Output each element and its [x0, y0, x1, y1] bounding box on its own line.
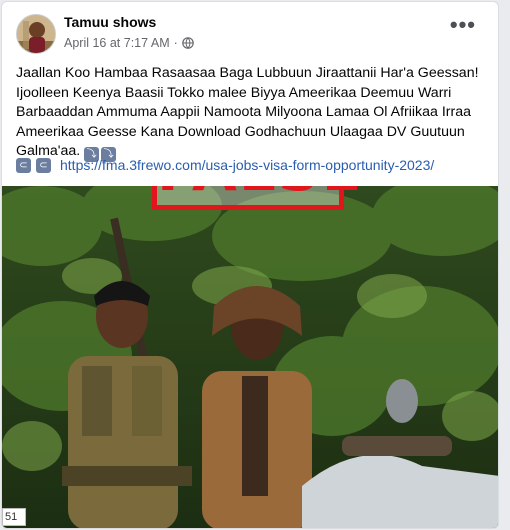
- meta-separator: ·: [173, 36, 178, 50]
- arrow-left-emoji-icon: ⊂: [16, 157, 31, 173]
- post-card: Tamuu shows April 16 at 7:17 AM · ••• Ja…: [1, 1, 499, 529]
- false-stamp: FALSE: [152, 186, 361, 210]
- post-text: Jaallan Koo Hambaa Rasaasaa Baga Lubbuun…: [16, 64, 486, 162]
- link-row: ⊂ ⊂ https://fma.3frewo.com/usa-jobs-visa-…: [16, 157, 496, 173]
- post-text-line: Jaallan Koo Hambaa Rasaasaa Baga Lubbuun…: [16, 65, 479, 81]
- corner-badge: 51: [2, 508, 26, 526]
- post-link[interactable]: https://fma.3frewo.com/usa-jobs-visa-for…: [60, 157, 434, 173]
- author-avatar[interactable]: [16, 14, 56, 54]
- more-options-icon[interactable]: •••: [450, 14, 476, 36]
- post-header: Tamuu shows April 16 at 7:17 AM · •••: [2, 2, 498, 58]
- globe-icon[interactable]: [181, 37, 194, 49]
- arrow-left-emoji-icon: ⊂: [36, 157, 51, 173]
- soldiers-photo: [2, 186, 498, 528]
- post-date[interactable]: April 16 at 7:17 AM: [64, 36, 170, 50]
- post-text-line: Ijoolleen Keenya Baasii Tokko malee Biyy…: [16, 84, 452, 101]
- post-meta: April 16 at 7:17 AM ·: [64, 36, 194, 50]
- author-name[interactable]: Tamuu shows: [64, 14, 156, 30]
- post-photo[interactable]: FALSE: [2, 186, 498, 528]
- post-text-line: Ameerikaa Geesse Kana Download Godhachuu…: [16, 123, 465, 140]
- avatar-image: [17, 15, 55, 53]
- post-text-line: Barbaaddan Ammuma Aappii Namoota Milyoon…: [16, 104, 472, 120]
